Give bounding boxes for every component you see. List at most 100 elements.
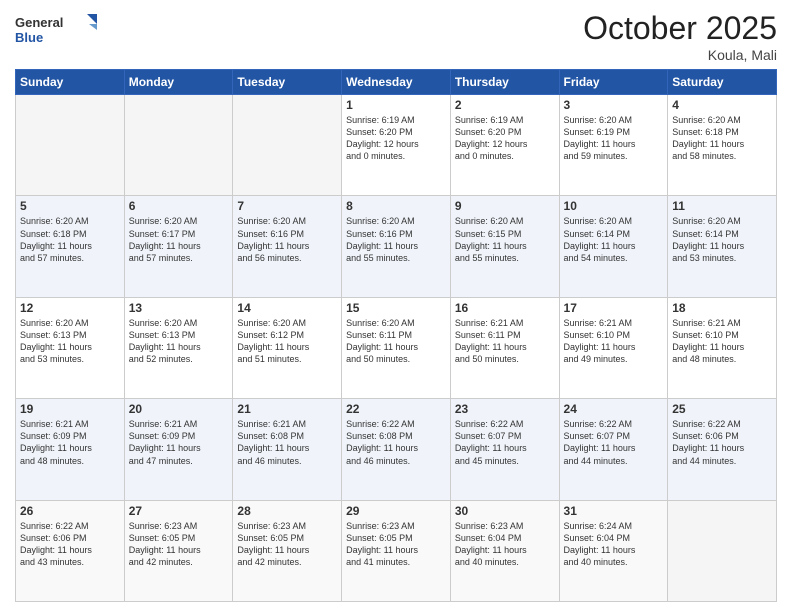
table-row (16, 95, 125, 196)
day-number: 7 (237, 199, 337, 213)
day-number: 15 (346, 301, 446, 315)
cell-info: Sunrise: 6:20 AM Sunset: 6:14 PM Dayligh… (672, 215, 772, 264)
col-tuesday: Tuesday (233, 70, 342, 95)
table-row: 5 Sunrise: 6:20 AM Sunset: 6:18 PM Daylig… (16, 196, 125, 297)
day-number: 26 (20, 504, 120, 518)
calendar-table: Sunday Monday Tuesday Wednesday Thursday… (15, 69, 777, 602)
cell-info: Sunrise: 6:21 AM Sunset: 6:10 PM Dayligh… (564, 317, 664, 366)
day-number: 5 (20, 199, 120, 213)
table-row: 18 Sunrise: 6:21 AM Sunset: 6:10 PM Dayli… (668, 297, 777, 398)
day-number: 3 (564, 98, 664, 112)
day-number: 8 (346, 199, 446, 213)
calendar-header-row: Sunday Monday Tuesday Wednesday Thursday… (16, 70, 777, 95)
cell-info: Sunrise: 6:22 AM Sunset: 6:07 PM Dayligh… (564, 418, 664, 467)
calendar-week-row: 26 Sunrise: 6:22 AM Sunset: 6:06 PM Dayli… (16, 500, 777, 601)
header-right: October 2025 Koula, Mali (583, 10, 777, 63)
table-row: 6 Sunrise: 6:20 AM Sunset: 6:17 PM Daylig… (124, 196, 233, 297)
cell-info: Sunrise: 6:24 AM Sunset: 6:04 PM Dayligh… (564, 520, 664, 569)
cell-info: Sunrise: 6:22 AM Sunset: 6:08 PM Dayligh… (346, 418, 446, 467)
cell-info: Sunrise: 6:22 AM Sunset: 6:06 PM Dayligh… (20, 520, 120, 569)
cell-info: Sunrise: 6:19 AM Sunset: 6:20 PM Dayligh… (346, 114, 446, 163)
header: General Blue October 2025 Koula, Mali (15, 10, 777, 63)
table-row: 12 Sunrise: 6:20 AM Sunset: 6:13 PM Dayli… (16, 297, 125, 398)
svg-text:General: General (15, 15, 63, 30)
table-row: 25 Sunrise: 6:22 AM Sunset: 6:06 PM Dayli… (668, 399, 777, 500)
cell-info: Sunrise: 6:20 AM Sunset: 6:12 PM Dayligh… (237, 317, 337, 366)
calendar-week-row: 1 Sunrise: 6:19 AM Sunset: 6:20 PM Daylig… (16, 95, 777, 196)
cell-info: Sunrise: 6:20 AM Sunset: 6:16 PM Dayligh… (346, 215, 446, 264)
day-number: 30 (455, 504, 555, 518)
table-row: 3Sunrise: 6:20 AM Sunset: 6:19 PM Daylig… (559, 95, 668, 196)
table-row: 20Sunrise: 6:21 AM Sunset: 6:09 PM Dayli… (124, 399, 233, 500)
cell-info: Sunrise: 6:23 AM Sunset: 6:05 PM Dayligh… (129, 520, 229, 569)
location: Koula, Mali (583, 47, 777, 63)
table-row: 21Sunrise: 6:21 AM Sunset: 6:08 PM Dayli… (233, 399, 342, 500)
day-number: 24 (564, 402, 664, 416)
cell-info: Sunrise: 6:19 AM Sunset: 6:20 PM Dayligh… (455, 114, 555, 163)
table-row: 4 Sunrise: 6:20 AM Sunset: 6:18 PM Daylig… (668, 95, 777, 196)
day-number: 18 (672, 301, 772, 315)
day-number: 22 (346, 402, 446, 416)
cell-info: Sunrise: 6:23 AM Sunset: 6:05 PM Dayligh… (237, 520, 337, 569)
table-row (233, 95, 342, 196)
table-row: 14 Sunrise: 6:20 AM Sunset: 6:12 PM Dayli… (233, 297, 342, 398)
table-row: 24 Sunrise: 6:22 AM Sunset: 6:07 PM Dayli… (559, 399, 668, 500)
page: General Blue October 2025 Koula, Mali Su… (0, 0, 792, 612)
day-number: 20 (129, 402, 229, 416)
calendar-week-row: 12 Sunrise: 6:20 AM Sunset: 6:13 PM Dayli… (16, 297, 777, 398)
day-number: 12 (20, 301, 120, 315)
cell-info: Sunrise: 6:20 AM Sunset: 6:14 PM Dayligh… (564, 215, 664, 264)
table-row: 17 Sunrise: 6:21 AM Sunset: 6:10 PM Dayli… (559, 297, 668, 398)
calendar-week-row: 19 Sunrise: 6:21 AM Sunset: 6:09 PM Dayli… (16, 399, 777, 500)
table-row: 13Sunrise: 6:20 AM Sunset: 6:13 PM Dayli… (124, 297, 233, 398)
table-row: 23 Sunrise: 6:22 AM Sunset: 6:07 PM Dayli… (450, 399, 559, 500)
day-number: 9 (455, 199, 555, 213)
day-number: 29 (346, 504, 446, 518)
table-row: 15Sunrise: 6:20 AM Sunset: 6:11 PM Dayli… (342, 297, 451, 398)
day-number: 23 (455, 402, 555, 416)
cell-info: Sunrise: 6:20 AM Sunset: 6:13 PM Dayligh… (129, 317, 229, 366)
cell-info: Sunrise: 6:20 AM Sunset: 6:18 PM Dayligh… (20, 215, 120, 264)
col-sunday: Sunday (16, 70, 125, 95)
table-row: 7 Sunrise: 6:20 AM Sunset: 6:16 PM Daylig… (233, 196, 342, 297)
table-row: 10 Sunrise: 6:20 AM Sunset: 6:14 PM Dayli… (559, 196, 668, 297)
cell-info: Sunrise: 6:20 AM Sunset: 6:17 PM Dayligh… (129, 215, 229, 264)
table-row (668, 500, 777, 601)
col-thursday: Thursday (450, 70, 559, 95)
col-friday: Friday (559, 70, 668, 95)
table-row: 26 Sunrise: 6:22 AM Sunset: 6:06 PM Dayli… (16, 500, 125, 601)
day-number: 17 (564, 301, 664, 315)
cell-info: Sunrise: 6:21 AM Sunset: 6:09 PM Dayligh… (20, 418, 120, 467)
table-row: 29 Sunrise: 6:23 AM Sunset: 6:05 PM Dayli… (342, 500, 451, 601)
table-row (124, 95, 233, 196)
calendar-week-row: 5 Sunrise: 6:20 AM Sunset: 6:18 PM Daylig… (16, 196, 777, 297)
table-row: 16Sunrise: 6:21 AM Sunset: 6:11 PM Dayli… (450, 297, 559, 398)
cell-info: Sunrise: 6:21 AM Sunset: 6:10 PM Dayligh… (672, 317, 772, 366)
cell-info: Sunrise: 6:20 AM Sunset: 6:16 PM Dayligh… (237, 215, 337, 264)
day-number: 10 (564, 199, 664, 213)
table-row: 27 Sunrise: 6:23 AM Sunset: 6:05 PM Dayli… (124, 500, 233, 601)
day-number: 27 (129, 504, 229, 518)
table-row: 2 Sunrise: 6:19 AM Sunset: 6:20 PM Daylig… (450, 95, 559, 196)
day-number: 25 (672, 402, 772, 416)
col-monday: Monday (124, 70, 233, 95)
day-number: 4 (672, 98, 772, 112)
cell-info: Sunrise: 6:22 AM Sunset: 6:07 PM Dayligh… (455, 418, 555, 467)
day-number: 28 (237, 504, 337, 518)
table-row: 1 Sunrise: 6:19 AM Sunset: 6:20 PM Daylig… (342, 95, 451, 196)
cell-info: Sunrise: 6:23 AM Sunset: 6:05 PM Dayligh… (346, 520, 446, 569)
cell-info: Sunrise: 6:22 AM Sunset: 6:06 PM Dayligh… (672, 418, 772, 467)
month-title: October 2025 (583, 10, 777, 47)
cell-info: Sunrise: 6:23 AM Sunset: 6:04 PM Dayligh… (455, 520, 555, 569)
day-number: 6 (129, 199, 229, 213)
day-number: 1 (346, 98, 446, 112)
cell-info: Sunrise: 6:20 AM Sunset: 6:18 PM Dayligh… (672, 114, 772, 163)
day-number: 31 (564, 504, 664, 518)
cell-info: Sunrise: 6:21 AM Sunset: 6:11 PM Dayligh… (455, 317, 555, 366)
cell-info: Sunrise: 6:20 AM Sunset: 6:13 PM Dayligh… (20, 317, 120, 366)
day-number: 14 (237, 301, 337, 315)
svg-text:Blue: Blue (15, 30, 43, 45)
day-number: 2 (455, 98, 555, 112)
day-number: 19 (20, 402, 120, 416)
logo-svg: General Blue (15, 10, 105, 48)
